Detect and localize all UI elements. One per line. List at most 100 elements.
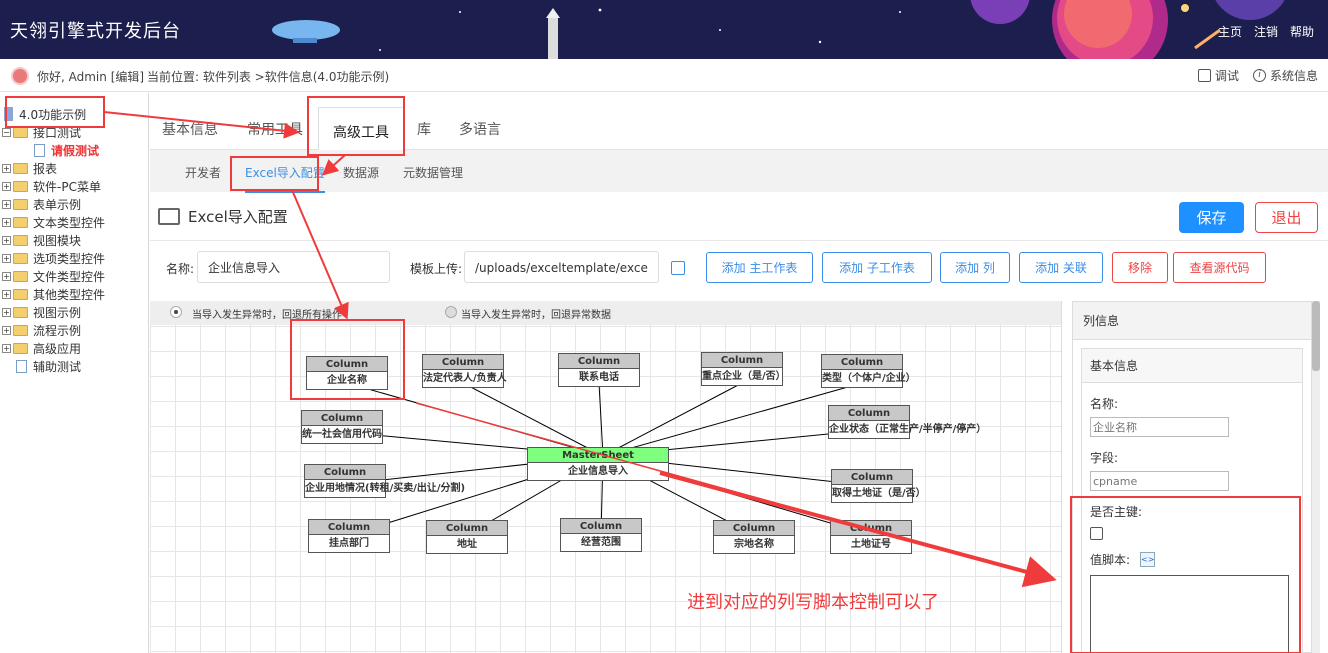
column-node[interactable]: Column 法定代表人/负责人	[422, 354, 507, 388]
column-node[interactable]: Column 统一社会信用代码	[301, 410, 383, 444]
add-master-sheet-button[interactable]: 添加 主工作表	[706, 252, 813, 283]
node-header: Column	[829, 406, 909, 421]
folder-icon	[13, 162, 28, 174]
tab-developer[interactable]: 开发者	[185, 164, 221, 181]
value-script-label: 值脚本:	[1090, 553, 1131, 567]
tree-item-0[interactable]: + 报表	[2, 159, 57, 177]
tree-item-label: 其他类型控件	[33, 287, 106, 302]
column-node[interactable]: Column 企业状态（正常生产/半停产/停产）	[828, 405, 986, 439]
tree-item-8[interactable]: + 视图示例	[2, 303, 81, 321]
tree-item-label: 请假测试	[51, 143, 100, 158]
tree-item-10[interactable]: + 高级应用	[2, 339, 81, 357]
tree-root[interactable]: 4.0功能示例	[4, 105, 86, 123]
tree-item-7[interactable]: + 其他类型控件	[2, 285, 105, 303]
folder-icon	[13, 288, 28, 300]
column-node[interactable]: Column 土地证号	[830, 520, 912, 554]
header-decoration	[272, 0, 1285, 59]
header-links: 主页 注销 帮助	[1218, 23, 1314, 40]
add-column-button[interactable]: 添加 列	[940, 252, 1010, 283]
greeting[interactable]: 你好, Admin [编辑]	[37, 68, 144, 85]
column-node[interactable]: Column 企业用地情况(转租/买卖/出让/分割)	[304, 464, 465, 498]
node-label: 统一社会信用代码	[302, 429, 382, 440]
primary-key-checkbox[interactable]	[1090, 527, 1103, 540]
tab-metadata[interactable]: 元数据管理	[403, 164, 463, 181]
node-label: 取得土地证（是/否）	[832, 488, 926, 499]
node-label: 企业信息导入	[568, 466, 628, 477]
primary-key-label: 是否主键:	[1090, 505, 1143, 519]
tree-item-label: 软件-PC菜单	[33, 179, 101, 194]
column-node[interactable]: Column 重点企业（是/否）	[701, 352, 786, 386]
exit-button[interactable]: 退出	[1255, 202, 1318, 233]
column-node[interactable]: Column 取得土地证（是/否）	[831, 469, 926, 503]
tree-item-label: 选项类型控件	[33, 251, 106, 266]
node-header: Column	[832, 470, 912, 485]
expand-icon[interactable]: +	[2, 181, 11, 191]
section-heading: Excel导入配置	[158, 206, 288, 227]
tree-item-aux-test[interactable]: 辅助测试	[16, 357, 81, 375]
tab-advanced-tools[interactable]: 高级工具	[318, 107, 404, 150]
add-sub-sheet-button[interactable]: 添加 子工作表	[822, 252, 932, 283]
remove-button[interactable]: 移除	[1112, 252, 1168, 283]
upload-icon[interactable]	[671, 261, 685, 275]
breadcrumb: 当前位置: 软件列表 >软件信息(4.0功能示例)	[147, 70, 390, 84]
tree-item-6[interactable]: + 文件类型控件	[2, 267, 105, 285]
column-node[interactable]: Column 联系电话	[558, 353, 640, 387]
info-icon: i	[1252, 69, 1266, 82]
logout-link[interactable]: 注销	[1254, 23, 1278, 40]
tab-common-tools[interactable]: 常用工具	[247, 119, 303, 139]
expand-icon[interactable]: +	[2, 163, 11, 173]
tree-item-4[interactable]: + 视图模块	[2, 231, 81, 249]
master-sheet-node[interactable]: MasterSheet 企业信息导入	[527, 447, 669, 481]
column-node[interactable]: Column 宗地名称	[713, 520, 795, 554]
avatar[interactable]	[11, 67, 29, 85]
view-source-button[interactable]: 查看源代码	[1173, 252, 1266, 283]
node-label: 挂点部门	[329, 538, 369, 549]
column-node[interactable]: Column 挂点部门	[308, 519, 390, 553]
document-icon	[34, 143, 45, 157]
name-input[interactable]	[197, 251, 390, 283]
tree-item-9[interactable]: + 流程示例	[2, 321, 81, 339]
help-link[interactable]: 帮助	[1290, 23, 1314, 40]
column-node[interactable]: Column 地址	[426, 520, 508, 554]
tab-library[interactable]: 库	[417, 119, 431, 139]
expand-icon[interactable]: +	[2, 307, 11, 317]
sysinfo-button[interactable]: i 系统信息	[1252, 67, 1318, 84]
save-button[interactable]: 保存	[1179, 202, 1244, 233]
add-relation-button[interactable]: 添加 关联	[1019, 252, 1103, 283]
script-editor-icon[interactable]: <>	[1140, 552, 1155, 567]
node-header: Column	[714, 521, 794, 536]
expand-icon[interactable]: +	[2, 253, 11, 263]
column-node[interactable]: Column 类型（个体户/企业）	[821, 354, 916, 388]
expand-icon[interactable]: +	[2, 271, 11, 281]
template-input[interactable]	[464, 251, 659, 283]
expand-icon[interactable]: +	[2, 199, 11, 209]
tree-item-5[interactable]: + 选项类型控件	[2, 249, 105, 267]
tree-item-interface-test[interactable]: − 接口测试	[2, 123, 81, 141]
tree-item-1[interactable]: + 软件-PC菜单	[2, 177, 101, 195]
expand-icon[interactable]: +	[2, 343, 11, 353]
tab-basic-info[interactable]: 基本信息	[162, 119, 218, 139]
tree-item-label: 视图模块	[33, 233, 82, 248]
panel-scrollbar-thumb[interactable]	[1312, 301, 1320, 371]
collapse-icon[interactable]: −	[2, 127, 11, 137]
debug-button[interactable]: 调试	[1197, 67, 1239, 84]
tree-item-leave-test[interactable]: 请假测试	[34, 141, 99, 159]
tab-datasource[interactable]: 数据源	[343, 164, 379, 181]
column-node[interactable]: Column 经营范围	[560, 518, 642, 552]
home-link[interactable]: 主页	[1218, 23, 1242, 40]
field-input[interactable]	[1090, 471, 1229, 491]
node-header: Column	[309, 520, 389, 535]
column-name-input[interactable]	[1090, 417, 1229, 437]
expand-icon[interactable]: +	[2, 235, 11, 245]
expand-icon[interactable]: +	[2, 325, 11, 335]
tab-multilanguage[interactable]: 多语言	[459, 119, 501, 139]
value-script-textarea[interactable]	[1090, 575, 1289, 652]
tree-item-label: 报表	[33, 161, 58, 176]
tree-item-3[interactable]: + 文本类型控件	[2, 213, 105, 231]
expand-icon[interactable]: +	[2, 217, 11, 227]
tab-excel-import[interactable]: Excel导入配置	[245, 164, 325, 193]
column-name-label: 名称:	[1090, 397, 1119, 411]
column-node[interactable]: Column 企业名称	[306, 356, 388, 390]
expand-icon[interactable]: +	[2, 289, 11, 299]
tree-item-2[interactable]: + 表单示例	[2, 195, 81, 213]
